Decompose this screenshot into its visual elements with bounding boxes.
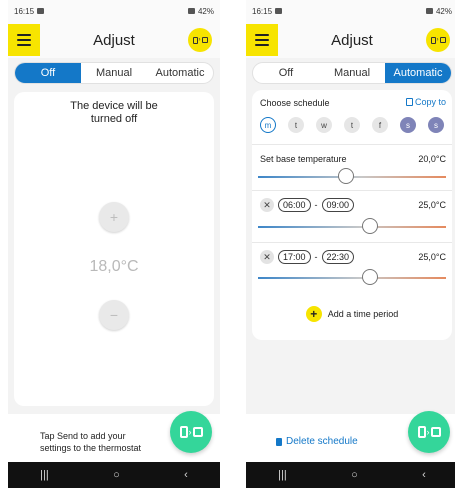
menu-icon[interactable] (246, 24, 278, 56)
status-battery: 42% (435, 6, 452, 16)
status-bar: 16:15 42% (246, 0, 455, 22)
status-bar: 16:15 42% (8, 0, 220, 22)
period-temperature: 25,0°C (418, 252, 446, 262)
day-monday[interactable]: m (260, 117, 276, 133)
phone-off-mode: 16:15 42% Adjust › Off Manual Automatic … (8, 0, 220, 488)
signal-icon (187, 8, 195, 14)
delete-schedule-button[interactable]: Delete schedule (276, 436, 358, 447)
divider (252, 190, 452, 191)
period-separator: - (314, 252, 318, 262)
time-period-row: ✕ 17:00 - 22:30 (260, 250, 355, 264)
add-icon: + (305, 306, 322, 322)
plus-icon: + (109, 209, 119, 225)
back-icon[interactable]: ‹ (422, 469, 426, 481)
copy-icon (405, 98, 413, 106)
off-message: The device will be turned off (14, 100, 214, 126)
home-icon[interactable]: ○ (113, 469, 120, 481)
schedule-card: Choose schedule Copy to m t w t f s s Se… (252, 90, 452, 340)
copy-to-label: Copy to (414, 97, 446, 107)
send-hint: Tap Send to add your settings to the the… (40, 430, 160, 454)
off-card: The device will be turned off + 18,0°C − (14, 92, 214, 406)
period-start-time[interactable]: 06:00 (278, 198, 311, 212)
trash-icon (276, 437, 282, 446)
bottom-bar: Tap Send to add your settings to the the… (8, 411, 220, 462)
choose-schedule-label: Choose schedule (260, 98, 330, 108)
send-button[interactable]: › (408, 411, 450, 453)
remove-period-icon[interactable]: ✕ (260, 198, 274, 212)
send-to-thermostat-icon: › (417, 426, 441, 438)
send-settings-icon[interactable]: › (188, 28, 212, 52)
divider (252, 144, 452, 145)
tab-automatic[interactable]: Automatic (385, 63, 451, 83)
status-battery: 42% (197, 6, 214, 16)
send-hint-line2: settings to the thermostat (40, 443, 142, 453)
app-bar: Adjust › (8, 22, 220, 58)
system-nav-bar: ||| ○ ‹ (8, 462, 220, 488)
remove-period-icon[interactable]: ✕ (260, 250, 274, 264)
period-end-time[interactable]: 22:30 (321, 250, 355, 264)
tab-automatic[interactable]: Automatic (147, 63, 213, 83)
minus-icon: − (109, 307, 119, 323)
gallery-icon (275, 8, 283, 14)
app-bar: Adjust › (246, 22, 455, 58)
day-friday[interactable]: f (372, 117, 388, 133)
decrease-temperature-button[interactable]: − (99, 300, 129, 330)
phone-automatic-mode: 16:15 42% Adjust › Off Manual Automatic … (246, 0, 455, 488)
send-hint-line1: Tap Send to add your (40, 431, 126, 441)
tab-off[interactable]: Off (253, 63, 319, 83)
status-time: 16:15 (14, 6, 35, 16)
day-sunday[interactable]: s (428, 117, 444, 133)
signal-icon (425, 8, 433, 14)
day-tuesday[interactable]: t (288, 117, 304, 133)
mode-tabs: Off Manual Automatic (14, 62, 214, 84)
add-time-period-button[interactable]: + Add a time period (252, 306, 452, 322)
status-time: 16:15 (252, 6, 273, 16)
period-temperature: 25,0°C (418, 200, 446, 210)
system-nav-bar: ||| ○ ‹ (246, 462, 455, 488)
increase-temperature-button[interactable]: + (99, 202, 129, 232)
copy-to-button[interactable]: Copy to (405, 97, 446, 107)
period-separator: - (314, 200, 318, 210)
period-start-time[interactable]: 17:00 (278, 250, 311, 264)
menu-icon[interactable] (8, 24, 40, 56)
day-thursday[interactable]: t (344, 117, 360, 133)
tab-off[interactable]: Off (15, 63, 81, 83)
base-temperature-label: Set base temperature (260, 154, 347, 164)
page-title: Adjust (331, 31, 373, 49)
period-temperature-slider[interactable] (258, 218, 446, 234)
page-title: Adjust (93, 31, 135, 49)
send-to-thermostat-icon: › (179, 426, 203, 438)
slider-thumb[interactable] (362, 269, 378, 285)
slider-thumb[interactable] (338, 168, 354, 184)
recent-apps-icon[interactable]: ||| (278, 469, 287, 481)
delete-schedule-label: Delete schedule (286, 436, 358, 447)
gallery-icon (37, 8, 45, 14)
day-wednesday[interactable]: w (316, 117, 332, 133)
back-icon[interactable]: ‹ (184, 469, 188, 481)
tab-manual[interactable]: Manual (81, 63, 147, 83)
mode-tabs: Off Manual Automatic (252, 62, 452, 84)
slider-thumb[interactable] (362, 218, 378, 234)
send-settings-icon[interactable]: › (426, 28, 450, 52)
bottom-bar: Delete schedule › (246, 411, 455, 462)
add-time-period-label: Add a time period (327, 309, 399, 319)
base-temperature-slider[interactable] (258, 168, 446, 184)
temperature-readout: 18,0°C (89, 258, 139, 275)
send-button[interactable]: › (170, 411, 212, 453)
home-icon[interactable]: ○ (351, 469, 358, 481)
period-end-time[interactable]: 09:00 (321, 198, 355, 212)
recent-apps-icon[interactable]: ||| (40, 469, 49, 481)
off-message-line2: turned off (90, 113, 138, 125)
off-message-line1: The device will be (70, 100, 158, 112)
time-period-row: ✕ 06:00 - 09:00 (260, 198, 355, 212)
period-temperature-slider[interactable] (258, 269, 446, 285)
weekday-selector: m t w t f s s (260, 117, 444, 135)
base-temperature-value: 20,0°C (418, 154, 446, 164)
day-saturday[interactable]: s (400, 117, 416, 133)
divider (252, 242, 452, 243)
tab-manual[interactable]: Manual (319, 63, 385, 83)
